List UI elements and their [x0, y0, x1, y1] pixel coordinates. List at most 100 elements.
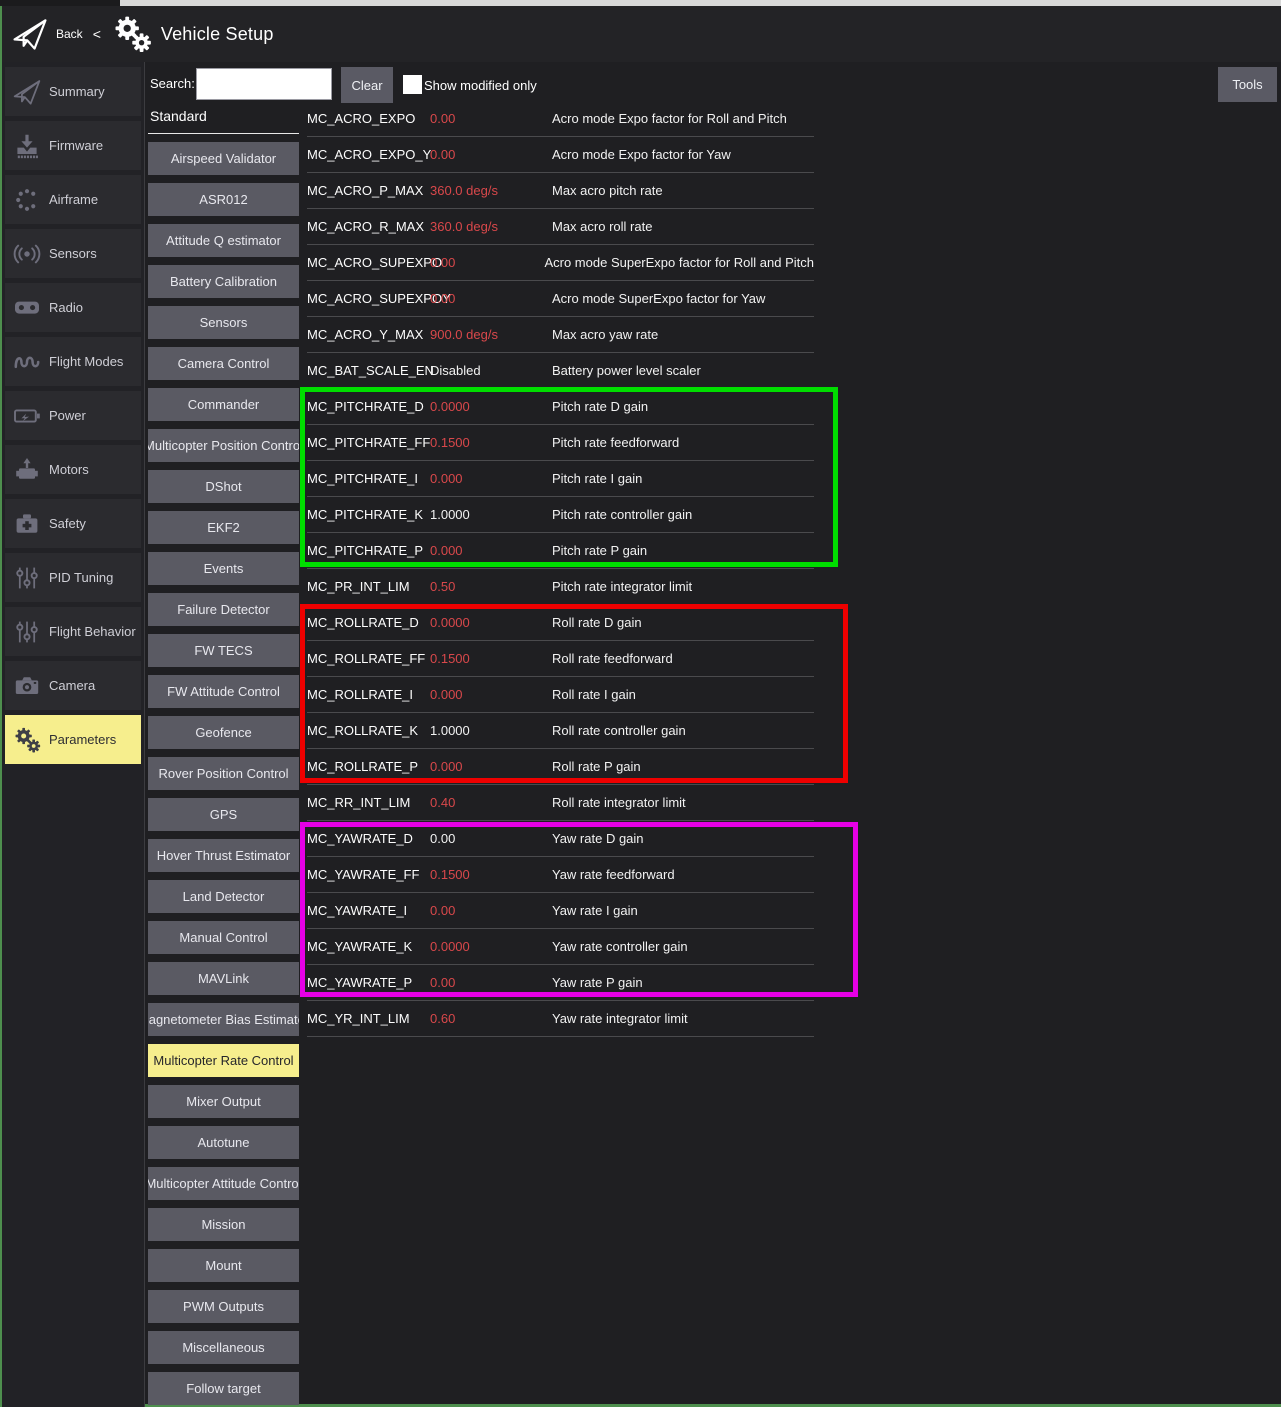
category-autotune[interactable]: Autotune	[148, 1126, 299, 1159]
category-battery-calibration[interactable]: Battery Calibration	[148, 265, 299, 298]
sidebar-item-label: Summary	[49, 84, 105, 99]
param-row-mc-pitchrate-ff[interactable]: MC_PITCHRATE_FF0.1500Pitch rate feedforw…	[307, 425, 814, 461]
param-row-mc-yr-int-lim[interactable]: MC_YR_INT_LIM0.60Yaw rate integrator lim…	[307, 1001, 814, 1037]
sidebar-item-sensors[interactable]: Sensors	[5, 229, 141, 278]
sidebar-item-summary[interactable]: Summary	[5, 67, 141, 116]
param-name: MC_YAWRATE_D	[307, 831, 430, 846]
param-description: Acro mode SuperExpo factor for Roll and …	[544, 255, 814, 270]
show-modified-checkbox[interactable]	[403, 75, 422, 94]
category-land-detector[interactable]: Land Detector	[148, 880, 299, 913]
sidebar-item-flight-behavior[interactable]: Flight Behavior	[5, 607, 141, 656]
param-value: 0.50	[430, 579, 552, 594]
param-value: 1.0000	[430, 723, 552, 738]
category-mavlink[interactable]: MAVLink	[148, 962, 299, 995]
search-input[interactable]	[196, 68, 332, 100]
sidebar-item-parameters[interactable]: Parameters	[5, 715, 141, 764]
param-row-mc-pitchrate-d[interactable]: MC_PITCHRATE_D0.0000Pitch rate D gain	[307, 389, 814, 425]
sidebar-item-airframe[interactable]: Airframe	[5, 175, 141, 224]
sidebar-item-label: Safety	[49, 516, 86, 531]
param-row-mc-yawrate-d[interactable]: MC_YAWRATE_D0.00Yaw rate D gain	[307, 821, 814, 857]
param-row-mc-acro-supexpoy[interactable]: MC_ACRO_SUPEXPOY0.00Acro mode SuperExpo …	[307, 281, 814, 317]
category-manual-control[interactable]: Manual Control	[148, 921, 299, 954]
sidebar-item-firmware[interactable]: Firmware	[5, 121, 141, 170]
category-multicopter-attitude-control[interactable]: Multicopter Attitude Control	[148, 1167, 299, 1200]
category-multicopter-rate-control[interactable]: Multicopter Rate Control	[148, 1044, 299, 1077]
sidebar-item-motors[interactable]: Motors	[5, 445, 141, 494]
param-row-mc-bat-scale-en[interactable]: MC_BAT_SCALE_ENDisabledBattery power lev…	[307, 353, 814, 389]
category-magnetometer-bias-estimator[interactable]: Magnetometer Bias Estimator	[148, 1003, 299, 1036]
param-row-mc-acro-expo-y[interactable]: MC_ACRO_EXPO_Y0.00Acro mode Expo factor …	[307, 137, 814, 173]
param-name: MC_ROLLRATE_FF	[307, 651, 430, 666]
param-row-mc-rollrate-i[interactable]: MC_ROLLRATE_I0.000Roll rate I gain	[307, 677, 814, 713]
show-modified-label: Show modified only	[424, 78, 537, 93]
param-name: MC_ACRO_EXPO	[307, 111, 430, 126]
sidebar-item-safety[interactable]: Safety	[5, 499, 141, 548]
param-value: 0.00	[430, 291, 552, 306]
tools-button[interactable]: Tools	[1218, 67, 1277, 102]
category-miscellaneous[interactable]: Miscellaneous	[148, 1331, 299, 1364]
breadcrumb-separator: <	[93, 26, 101, 42]
param-row-mc-acro-p-max[interactable]: MC_ACRO_P_MAX360.0 deg/sMax acro pitch r…	[307, 173, 814, 209]
param-row-mc-pitchrate-i[interactable]: MC_PITCHRATE_I0.000Pitch rate I gain	[307, 461, 814, 497]
param-row-mc-pitchrate-k[interactable]: MC_PITCHRATE_K1.0000Pitch rate controlle…	[307, 497, 814, 533]
category-fw-tecs[interactable]: FW TECS	[148, 634, 299, 667]
param-name: MC_PITCHRATE_D	[307, 399, 430, 414]
category-sensors[interactable]: Sensors	[148, 306, 299, 339]
param-row-mc-pr-int-lim[interactable]: MC_PR_INT_LIM0.50Pitch rate integrator l…	[307, 569, 814, 605]
category-pwm-outputs[interactable]: PWM Outputs	[148, 1290, 299, 1323]
param-description: Yaw rate P gain	[552, 975, 814, 990]
param-row-mc-yawrate-k[interactable]: MC_YAWRATE_K0.0000Yaw rate controller ga…	[307, 929, 814, 965]
sidebar-item-camera[interactable]: Camera	[5, 661, 141, 710]
param-value: 1.0000	[430, 507, 552, 522]
sidebar-item-label: Airframe	[49, 192, 98, 207]
category-events[interactable]: Events	[148, 552, 299, 585]
sidebar-item-label: Camera	[49, 678, 95, 693]
category-airspeed-validator[interactable]: Airspeed Validator	[148, 142, 299, 175]
param-name: MC_ROLLRATE_D	[307, 615, 430, 630]
param-row-mc-acro-expo[interactable]: MC_ACRO_EXPO0.00Acro mode Expo factor fo…	[307, 101, 814, 137]
param-row-mc-rollrate-ff[interactable]: MC_ROLLRATE_FF0.1500Roll rate feedforwar…	[307, 641, 814, 677]
param-value: 0.00	[430, 831, 552, 846]
category-gps[interactable]: GPS	[148, 798, 299, 831]
param-name: MC_ROLLRATE_K	[307, 723, 430, 738]
param-row-mc-rollrate-d[interactable]: MC_ROLLRATE_D0.0000Roll rate D gain	[307, 605, 814, 641]
category-commander[interactable]: Commander	[148, 388, 299, 421]
param-row-mc-yawrate-p[interactable]: MC_YAWRATE_P0.00Yaw rate P gain	[307, 965, 814, 1001]
param-row-mc-yawrate-ff[interactable]: MC_YAWRATE_FF0.1500Yaw rate feedforward	[307, 857, 814, 893]
back-button[interactable]: Back	[56, 27, 83, 41]
category-mount[interactable]: Mount	[148, 1249, 299, 1282]
param-row-mc-acro-r-max[interactable]: MC_ACRO_R_MAX360.0 deg/sMax acro roll ra…	[307, 209, 814, 245]
param-row-mc-rollrate-p[interactable]: MC_ROLLRATE_P0.000Roll rate P gain	[307, 749, 814, 785]
category-hover-thrust-estimator[interactable]: Hover Thrust Estimator	[148, 839, 299, 872]
category-fw-attitude-control[interactable]: FW Attitude Control	[148, 675, 299, 708]
sidebar-item-label: Power	[49, 408, 86, 423]
category-camera-control[interactable]: Camera Control	[148, 347, 299, 380]
param-value: 0.000	[430, 471, 552, 486]
category-follow-target[interactable]: Follow target	[148, 1372, 299, 1405]
category-attitude-q-estimator[interactable]: Attitude Q estimator	[148, 224, 299, 257]
category-mission[interactable]: Mission	[148, 1208, 299, 1241]
category-asr012[interactable]: ASR012	[148, 183, 299, 216]
category-geofence[interactable]: Geofence	[148, 716, 299, 749]
sidebar-item-flight-modes[interactable]: Flight Modes	[5, 337, 141, 386]
category-ekf2[interactable]: EKF2	[148, 511, 299, 544]
param-row-mc-pitchrate-p[interactable]: MC_PITCHRATE_P0.000Pitch rate P gain	[307, 533, 814, 569]
param-description: Pitch rate P gain	[552, 543, 814, 558]
category-failure-detector[interactable]: Failure Detector	[148, 593, 299, 626]
category-multicopter-position-control[interactable]: Multicopter Position Control	[148, 429, 299, 462]
category-mixer-output[interactable]: Mixer Output	[148, 1085, 299, 1118]
param-value: 0.0000	[430, 939, 552, 954]
category-dshot[interactable]: DShot	[148, 470, 299, 503]
sidebar-item-radio[interactable]: Radio	[5, 283, 141, 332]
param-row-mc-yawrate-i[interactable]: MC_YAWRATE_I0.00Yaw rate I gain	[307, 893, 814, 929]
param-row-mc-acro-y-max[interactable]: MC_ACRO_Y_MAX900.0 deg/sMax acro yaw rat…	[307, 317, 814, 353]
param-description: Pitch rate integrator limit	[552, 579, 814, 594]
clear-button[interactable]: Clear	[341, 67, 393, 103]
param-row-mc-rr-int-lim[interactable]: MC_RR_INT_LIM0.40Roll rate integrator li…	[307, 785, 814, 821]
param-row-mc-rollrate-k[interactable]: MC_ROLLRATE_K1.0000Roll rate controller …	[307, 713, 814, 749]
sidebar-item-label: Motors	[49, 462, 89, 477]
category-rover-position-control[interactable]: Rover Position Control	[148, 757, 299, 790]
param-row-mc-acro-supexpo[interactable]: MC_ACRO_SUPEXPO0.00Acro mode SuperExpo f…	[307, 245, 814, 281]
sidebar-item-pid-tuning[interactable]: PID Tuning	[5, 553, 141, 602]
sidebar-item-power[interactable]: Power	[5, 391, 141, 440]
